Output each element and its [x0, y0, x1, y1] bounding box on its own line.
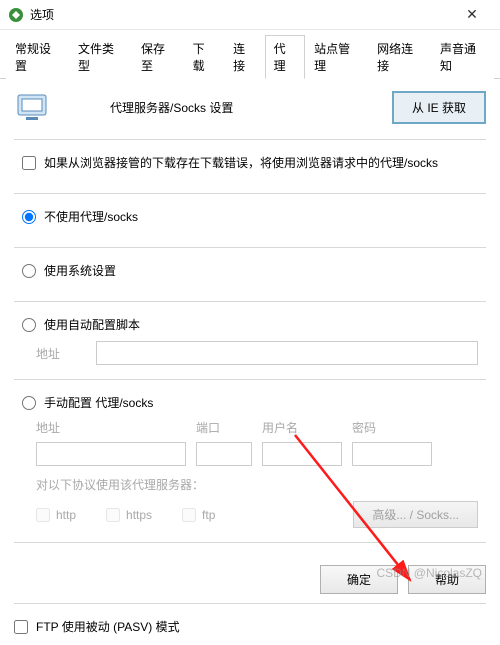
manual-label: 手动配置 代理/socks: [44, 394, 153, 411]
content-area: 代理服务器/Socks 设置 从 IE 获取 如果从浏览器接管的下载存在下载错误…: [0, 79, 500, 645]
tab-download[interactable]: 下载: [184, 35, 224, 79]
from-ie-button[interactable]: 从 IE 获取: [392, 91, 486, 124]
manual-addr-input[interactable]: [36, 442, 186, 466]
manual-port-label: 端口: [196, 419, 252, 436]
proto-https-item[interactable]: https: [106, 508, 152, 522]
proto-http-label: http: [56, 508, 76, 522]
section-title: 代理服务器/Socks 设置: [110, 99, 372, 116]
manual-grid: 地址 端口 用户名 密码 对以下协议使用该代理服务器：: [36, 419, 478, 493]
manual-inputs: [36, 442, 478, 466]
no-proxy-label: 不使用代理/socks: [44, 208, 138, 225]
auto-config-group: 使用自动配置脚本 地址: [14, 301, 486, 379]
proto-ftp-checkbox: [182, 508, 196, 522]
proto-https-checkbox: [106, 508, 120, 522]
manual-group: 手动配置 代理/socks 地址 端口 用户名 密码 对以下协议使用该代理服务器…: [14, 379, 486, 543]
browser-error-checkbox-row[interactable]: 如果从浏览器接管的下载存在下载错误，将使用浏览器请求中的代理/socks: [22, 154, 478, 171]
ftp-pasv-row: FTP 使用被动 (PASV) 模式: [14, 603, 486, 635]
browser-error-group: 如果从浏览器接管的下载存在下载错误，将使用浏览器请求中的代理/socks: [14, 139, 486, 193]
no-proxy-group: 不使用代理/socks: [14, 193, 486, 247]
ftp-pasv-checkbox[interactable]: [14, 620, 28, 634]
tab-general[interactable]: 常规设置: [6, 35, 69, 79]
auto-config-label: 使用自动配置脚本: [44, 316, 140, 333]
browser-error-label: 如果从浏览器接管的下载存在下载错误，将使用浏览器请求中的代理/socks: [44, 154, 438, 171]
manual-pass-label: 密码: [352, 419, 432, 436]
tab-saveto[interactable]: 保存至: [132, 35, 184, 79]
tab-proxy[interactable]: 代理: [265, 35, 305, 79]
ok-button[interactable]: 确定: [320, 565, 398, 594]
manual-addr-label: 地址: [36, 419, 186, 436]
bottom-bar: 确定 帮助: [320, 565, 486, 594]
system-radio-row[interactable]: 使用系统设置: [22, 262, 478, 279]
auto-config-addr-input[interactable]: [96, 341, 478, 365]
proto-https-label: https: [126, 508, 152, 522]
ftp-pasv-label: FTP 使用被动 (PASV) 模式: [36, 618, 180, 635]
tab-network[interactable]: 网络连接: [368, 35, 431, 79]
app-icon: [8, 7, 24, 23]
manual-user-label: 用户名: [262, 419, 342, 436]
manual-headers: 地址 端口 用户名 密码: [36, 419, 478, 436]
tab-sites[interactable]: 站点管理: [305, 35, 368, 79]
manual-radio-row[interactable]: 手动配置 代理/socks: [22, 394, 478, 411]
proto-ftp-label: ftp: [202, 508, 215, 522]
system-label: 使用系统设置: [44, 262, 116, 279]
manual-pass-input[interactable]: [352, 442, 432, 466]
tab-connection[interactable]: 连接: [224, 35, 264, 79]
browser-error-checkbox[interactable]: [22, 156, 36, 170]
no-proxy-radio-row[interactable]: 不使用代理/socks: [22, 208, 478, 225]
proto-ftp-item[interactable]: ftp: [182, 508, 215, 522]
auto-config-radio[interactable]: [22, 318, 36, 332]
help-button[interactable]: 帮助: [408, 565, 486, 594]
no-proxy-radio[interactable]: [22, 210, 36, 224]
tab-sound[interactable]: 声音通知: [431, 35, 494, 79]
titlebar: 选项 ✕: [0, 0, 500, 30]
tab-filetypes[interactable]: 文件类型: [69, 35, 132, 79]
manual-user-input[interactable]: [262, 442, 342, 466]
window-title: 选项: [30, 6, 452, 23]
auto-config-addr-label: 地址: [36, 345, 86, 362]
proto-http-item[interactable]: http: [36, 508, 76, 522]
header-row: 代理服务器/Socks 设置 从 IE 获取: [14, 89, 486, 125]
manual-port-input[interactable]: [196, 442, 252, 466]
protocols-caption: 对以下协议使用该代理服务器：: [36, 476, 478, 493]
proxy-icon: [14, 89, 50, 125]
protocol-row: http https ftp 高级... / Socks...: [36, 501, 478, 528]
manual-radio[interactable]: [22, 396, 36, 410]
close-button[interactable]: ✕: [452, 1, 492, 29]
proto-http-checkbox: [36, 508, 50, 522]
advanced-button[interactable]: 高级... / Socks...: [353, 501, 478, 528]
system-group: 使用系统设置: [14, 247, 486, 301]
system-radio[interactable]: [22, 264, 36, 278]
auto-config-radio-row[interactable]: 使用自动配置脚本: [22, 316, 478, 333]
auto-config-addr-row: 地址: [36, 341, 478, 365]
tab-bar: 常规设置 文件类型 保存至 下载 连接 代理 站点管理 网络连接 声音通知: [0, 30, 500, 79]
